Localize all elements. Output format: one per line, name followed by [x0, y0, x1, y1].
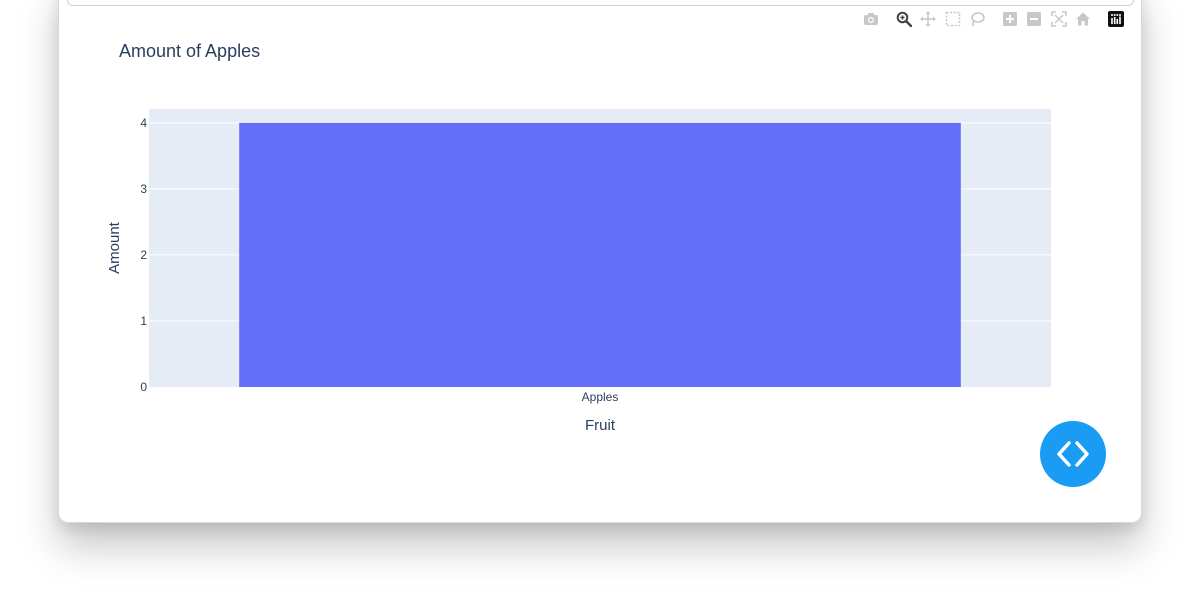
- chart-title: Amount of Apples: [119, 41, 260, 61]
- code-icon: [1057, 441, 1089, 467]
- bars-group[interactable]: [239, 122, 961, 388]
- pan-icon[interactable]: [919, 10, 937, 28]
- box-select-icon[interactable]: [944, 10, 962, 28]
- y-tick-label: 4: [140, 116, 147, 130]
- lasso-select-icon[interactable]: [968, 10, 986, 28]
- x-axis-title: Fruit: [585, 417, 616, 434]
- modebar-toolbar: [862, 10, 1131, 28]
- code-toggle-button[interactable]: [1040, 421, 1106, 487]
- camera-icon[interactable]: [862, 10, 880, 28]
- bar-apples[interactable]: [239, 122, 961, 388]
- y-axis-title: Amount: [106, 221, 123, 274]
- zoom-in-icon[interactable]: [1001, 10, 1019, 28]
- y-tick-label: 2: [140, 248, 147, 262]
- plotly-logo-icon[interactable]: [1107, 10, 1125, 28]
- y-tick-labels: 0 1 2 3 4: [140, 116, 147, 394]
- autoscale-icon[interactable]: [1050, 10, 1068, 28]
- x-tick-labels: Apples: [582, 390, 619, 404]
- y-tick-label: 1: [140, 314, 147, 328]
- y-tick-label: 0: [140, 380, 147, 394]
- bar-chart: Amount of Apples 0 1 2 3 4 Apples Fruit Amou…: [106, 41, 1051, 434]
- zoom-out-icon[interactable]: [1025, 10, 1043, 28]
- reset-axes-icon[interactable]: [1074, 10, 1092, 28]
- zoom-icon[interactable]: [895, 10, 913, 28]
- x-tick-label: Apples: [582, 390, 619, 404]
- y-tick-label: 3: [140, 182, 147, 196]
